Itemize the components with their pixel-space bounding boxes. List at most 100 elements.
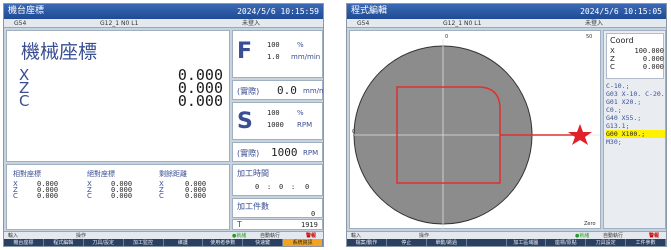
coord-axis: Z — [610, 55, 615, 63]
datetime: 2024/5/6 10:15:05 — [580, 7, 662, 16]
program-line-current[interactable]: G00 X100.; — [606, 130, 665, 138]
program-line[interactable]: C0.; — [606, 106, 665, 114]
softkey-bar: 機台座標 程式編輯 刀具/設定 加工監控 維護 使用者參數 快速鍵 系統資訊 — [4, 239, 323, 246]
time-separator: : — [267, 183, 272, 191]
feed-actual-panel: (實際) 0.0 mm/min — [232, 80, 323, 100]
coord-row-z: Z 0.000 — [610, 55, 664, 63]
part-count-value: 0 — [311, 210, 316, 218]
time-separator: : — [291, 183, 296, 191]
machine-coord-heading: 機械座標 — [21, 41, 98, 63]
spindle-letter: S — [237, 109, 253, 134]
program-name: G12_1 N0 L1 — [100, 20, 139, 27]
program-line[interactable]: G40 X55.; — [606, 114, 665, 122]
message-bar: 輸入 操作 ●就緒 自動執行 警報 — [347, 231, 666, 239]
status-bar: G54 G12_1 N0 L1 未登入 — [347, 19, 666, 28]
gcode-mode: G54 — [357, 20, 370, 27]
softkey-file-action[interactable]: 檔案/動作 — [347, 239, 387, 246]
tool-panel: T 1919 — [232, 219, 323, 230]
program-line[interactable]: G01 X20.; — [606, 98, 665, 106]
softkey-stop[interactable]: 停止 — [387, 239, 427, 246]
softkey-machining-area[interactable]: 加工區域圖 — [507, 239, 547, 246]
absolute-coord-header: 絕對座標 — [87, 170, 115, 178]
spindle-actual-label: (實際) — [237, 149, 260, 158]
feed-rate-panel: F 100 % 1.0 mm/min — [232, 30, 323, 78]
remaining-distance-header: 剩餘距離 — [159, 170, 187, 178]
softkey-program-edit[interactable]: 程式編輯 — [44, 239, 84, 246]
datetime: 2024/5/6 10:15:59 — [237, 7, 319, 16]
feed-value: 1.0 — [267, 53, 280, 61]
top-tick-label: 0 — [445, 34, 448, 40]
title-bar: 機台座標 2024/5/6 10:15:59 — [4, 4, 323, 19]
screen-title: 程式編輯 — [351, 6, 388, 16]
program-listing-panel: Coord X 100.000 Z 0.000 C 0.000 C-10.; G… — [603, 30, 666, 229]
softkey-workpiece-params[interactable]: 工件參數 — [626, 239, 666, 246]
softkey-user-params[interactable]: 使用者參數 — [203, 239, 244, 246]
feed-override: 100 — [267, 41, 280, 49]
program-line[interactable]: C-10.; — [606, 82, 665, 90]
relative-coord-header: 相對座標 — [13, 170, 41, 178]
axis-name: C — [19, 92, 30, 110]
zoom-label: Zero — [584, 221, 596, 227]
spindle-actual-panel: (實際) 1000 RPM — [232, 142, 323, 162]
coord-value: 100.000 — [634, 47, 664, 55]
spindle-unit: RPM — [297, 121, 313, 129]
coord-value: 0.000 — [642, 63, 664, 71]
feed-override-unit: % — [297, 41, 304, 49]
coord-axis: X — [610, 47, 615, 55]
tool-value: 1919 — [301, 221, 318, 229]
softkey-tool-setting[interactable]: 刀具/設定 — [84, 239, 124, 246]
coord-row-x: X 100.000 — [610, 47, 664, 55]
softkey-tool-setting[interactable]: 刀具設定 — [586, 239, 627, 246]
softkey-bar: 檔案/動作 停止 單動/跳過 加工區域圖 座標/原點 刀具設定 工件參數 — [347, 239, 666, 246]
part-count-panel: 加工件數 0 — [232, 198, 323, 218]
spindle-actual-unit: RPM — [303, 149, 319, 157]
coordinate-table-panel: 相對座標 絕對座標 剩餘距離 X Z C 0.000 0.000 0.000 X… — [6, 164, 230, 230]
machine-coordinates-screen: 機台座標 2024/5/6 10:15:59 G54 G12_1 N0 L1 未… — [3, 3, 324, 247]
message-bar: 輸入 操作 ●就緒 自動執行 警報 — [4, 231, 323, 239]
softkey-blank[interactable] — [467, 239, 507, 246]
softkey-machine-coord[interactable]: 機台座標 — [4, 239, 44, 246]
coord-axis: C — [610, 63, 615, 71]
program-name: G12_1 N0 L1 — [443, 20, 482, 27]
program-line[interactable]: G13.1; — [606, 122, 665, 130]
axis-letter: C — [13, 192, 18, 200]
tool-position-star-icon — [568, 124, 592, 145]
feed-actual-unit: mm/min — [303, 87, 323, 95]
cycle-time-panel: 加工時間 0 : 0 : 0 — [232, 164, 323, 196]
toolpath-graph[interactable]: 0 50 0 Zero — [349, 30, 601, 229]
axis-letter: C — [87, 192, 92, 200]
feed-actual-label: (實際) — [237, 87, 260, 96]
title-bar: 程式編輯 2024/5/6 10:15:05 — [347, 4, 666, 19]
coord-title: Coord — [610, 36, 634, 45]
feed-actual-value: 0.0 — [277, 84, 297, 97]
relative-value: 0.000 — [37, 192, 59, 200]
softkey-machining-monitor[interactable]: 加工監控 — [124, 239, 164, 246]
coord-value: 0.000 — [642, 55, 664, 63]
status-bar: G54 G12_1 N0 L1 未登入 — [4, 19, 323, 28]
tool-label: T — [237, 220, 242, 229]
softkey-maintenance[interactable]: 維護 — [164, 239, 204, 246]
softkey-shortcuts[interactable]: 快速鍵 — [243, 239, 284, 246]
left-tick-label: 0 — [352, 129, 355, 135]
softkey-system-info[interactable]: 系統資訊 — [283, 239, 323, 246]
feed-letter: F — [237, 39, 253, 64]
cycle-time-label: 加工時間 — [237, 169, 269, 178]
axis-value: 0.000 — [177, 92, 223, 110]
gcode-mode: G54 — [14, 20, 27, 27]
remaining-value: 0.000 — [185, 192, 207, 200]
cycle-seconds: 0 — [305, 183, 310, 191]
toolpath-canvas: 0 50 0 Zero — [352, 34, 600, 229]
axis-row-c: C 0.000 — [19, 92, 229, 110]
softkey-coord-origin[interactable]: 座標/原點 — [546, 239, 587, 246]
program-line[interactable]: G03 X-10. C-20. R10.; — [606, 90, 665, 98]
spindle-override: 100 — [267, 109, 280, 117]
spindle-override-unit: % — [297, 109, 304, 117]
absolute-value: 0.000 — [111, 192, 133, 200]
top-right-tick-label: 50 — [586, 34, 592, 40]
axis-letter: C — [159, 192, 164, 200]
softkey-single-step[interactable]: 單動/跳過 — [427, 239, 467, 246]
program-line[interactable]: M30; — [606, 138, 665, 146]
coord-readout: Coord X 100.000 Z 0.000 C 0.000 — [606, 33, 664, 79]
feed-unit: mm/min — [291, 53, 321, 61]
spindle-panel: S 100 % 1000 RPM — [232, 102, 323, 140]
